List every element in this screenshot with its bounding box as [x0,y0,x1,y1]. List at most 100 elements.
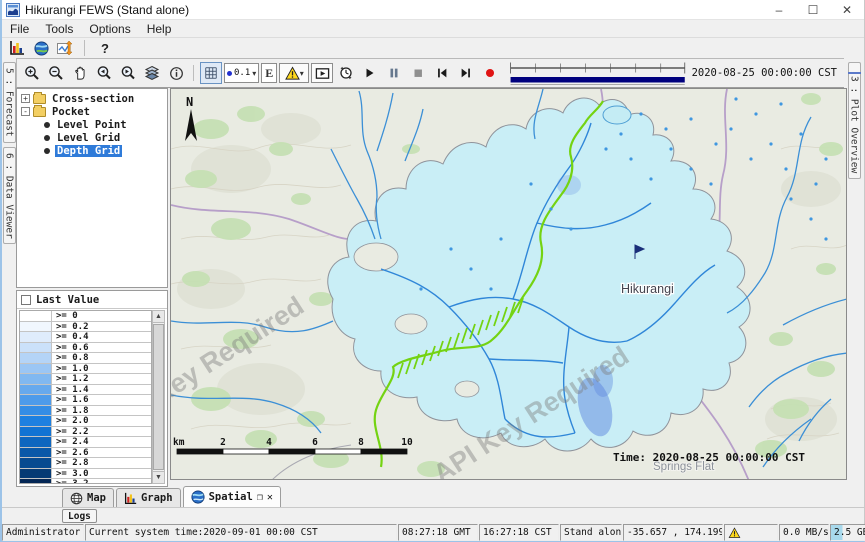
legend-row[interactable]: >= 1.4 [20,385,151,396]
time-slider[interactable] [509,60,686,86]
zoom-previous-icon[interactable] [93,62,115,84]
menu-help[interactable]: Help [139,21,180,37]
status-local-time: 16:27:18 CST [479,524,559,541]
tab-plot-overview[interactable]: 3 : Plot Overview [848,62,861,179]
color-swatch [20,406,52,416]
legend-label: >= 2.0 [52,416,89,426]
tree-item-label[interactable]: Cross-section [50,93,136,105]
zoom-in-icon[interactable] [21,62,43,84]
expander-icon[interactable]: - [21,107,30,116]
grid-display-button[interactable] [200,62,222,84]
color-swatch [20,364,52,374]
pause-button[interactable] [383,62,405,84]
status-memory: 2.5 GB [830,524,865,541]
menu-tools[interactable]: Tools [37,21,81,37]
tree-item-level-grid[interactable]: Level Grid [17,131,167,144]
expander-icon[interactable]: + [21,94,30,103]
legend-label: >= 2.6 [52,448,89,458]
legend-label: >= 0 [52,311,78,321]
skip-to-start-button[interactable] [431,62,453,84]
svg-text:10: 10 [401,437,413,448]
help-button[interactable]: ? [95,41,115,56]
layers-icon[interactable] [141,62,163,84]
tab-maximize-icon[interactable]: ❐ [257,492,263,503]
right-tab-strip: 3 : Plot Overview [844,58,864,487]
tree-item-cross-section[interactable]: + Cross-section [17,92,167,105]
contour-scale-combo[interactable]: 0.1 ▾ [224,63,259,83]
tab-close-icon[interactable]: ✕ [267,492,273,503]
legend-row[interactable]: >= 2.2 [20,427,151,438]
animation-clock-icon[interactable] [335,62,357,84]
legend-row[interactable]: >= 1.2 [20,374,151,385]
tab-forecast[interactable]: 5 : Forecast [3,62,16,143]
legend-scrollbar[interactable]: ▲ ▼ [152,310,165,484]
menu-file[interactable]: File [2,21,37,37]
tab-graph[interactable]: Graph [116,488,181,507]
legend-label: >= 1.6 [52,395,89,405]
contour-dot-icon [227,71,232,76]
left-tab-strip: 5 : Forecast 6 : Data Viewer [2,58,16,487]
legend-row[interactable]: >= 1.0 [20,364,151,375]
status-download-speed: 0.0 MB/s [779,524,829,541]
blue-globe-icon [191,490,205,504]
legend-label: >= 2.4 [52,437,89,447]
spatial-display-icon[interactable] [32,40,50,56]
timeseries-display-icon[interactable] [56,40,74,56]
svg-text:km: km [173,437,185,448]
status-gmt-time: 08:27:18 GMT [398,524,478,541]
legend-row[interactable]: >= 0.6 [20,343,151,354]
scroll-up-icon[interactable]: ▲ [153,311,164,323]
tree-item-label[interactable]: Level Grid [55,132,122,144]
color-swatch [20,448,52,458]
tab-spatial[interactable]: Spatial ❐ ✕ [183,486,281,507]
legend-row[interactable]: >= 3.0 [20,469,151,480]
legend-row[interactable]: >= 0.4 [20,332,151,343]
warning-threshold-button[interactable]: ▾ [279,63,309,83]
chevron-down-icon: ▾ [252,69,256,78]
legend-row[interactable]: >= 0.2 [20,322,151,333]
legend-row[interactable]: >= 0 [20,311,151,322]
pan-icon[interactable] [69,62,91,84]
label-toggle-button[interactable]: E [261,63,277,83]
tree-item-pocket[interactable]: - Pocket [17,105,167,118]
spatial-map[interactable]: API Key Required API Key Required Hikura… [170,88,847,480]
legend-row[interactable]: >= 0.8 [20,353,151,364]
scroll-down-icon[interactable]: ▼ [153,471,164,483]
zoom-next-icon[interactable] [117,62,139,84]
legend-row[interactable]: >= 2.6 [20,448,151,459]
status-warning-cell[interactable] [724,524,778,541]
legend-row[interactable]: >= 2.4 [20,437,151,448]
info-icon[interactable] [165,62,187,84]
legend-row[interactable]: >= 2.0 [20,416,151,427]
minimize-button[interactable]: – [762,0,796,19]
tree-item-depth-grid[interactable]: Depth Grid [17,144,167,157]
legend-row[interactable]: >= 2.8 [20,458,151,469]
color-swatch [20,374,52,384]
maximize-button[interactable]: ☐ [796,0,830,19]
tab-map[interactable]: Map [62,488,114,507]
zoom-out-icon[interactable] [45,62,67,84]
toolbar-separator [193,65,194,81]
last-value-checkbox[interactable] [21,295,31,305]
scroll-thumb[interactable] [153,324,164,470]
svg-text:4: 4 [266,437,272,448]
stop-button[interactable] [407,62,429,84]
color-swatch [20,427,52,437]
legend-label: >= 0.4 [52,332,89,342]
record-button[interactable] [479,62,501,84]
tree-item-level-point[interactable]: Level Point [17,118,167,131]
tree-item-label[interactable]: Level Point [55,119,129,131]
play-button[interactable] [359,62,381,84]
tree-item-label[interactable]: Depth Grid [55,145,122,157]
legend-row[interactable]: >= 3.2 [20,479,151,484]
tab-data-viewer[interactable]: 6 : Data Viewer [3,147,16,245]
tree-item-label[interactable]: Pocket [50,106,92,118]
menu-options[interactable]: Options [81,21,138,37]
logs-button[interactable]: Logs [62,509,97,523]
legend-row[interactable]: >= 1.6 [20,395,151,406]
skip-to-end-button[interactable] [455,62,477,84]
movie-player-button[interactable] [311,63,333,83]
legend-row[interactable]: >= 1.8 [20,406,151,417]
close-button[interactable]: ✕ [830,0,864,19]
database-explorer-icon[interactable] [8,40,26,56]
